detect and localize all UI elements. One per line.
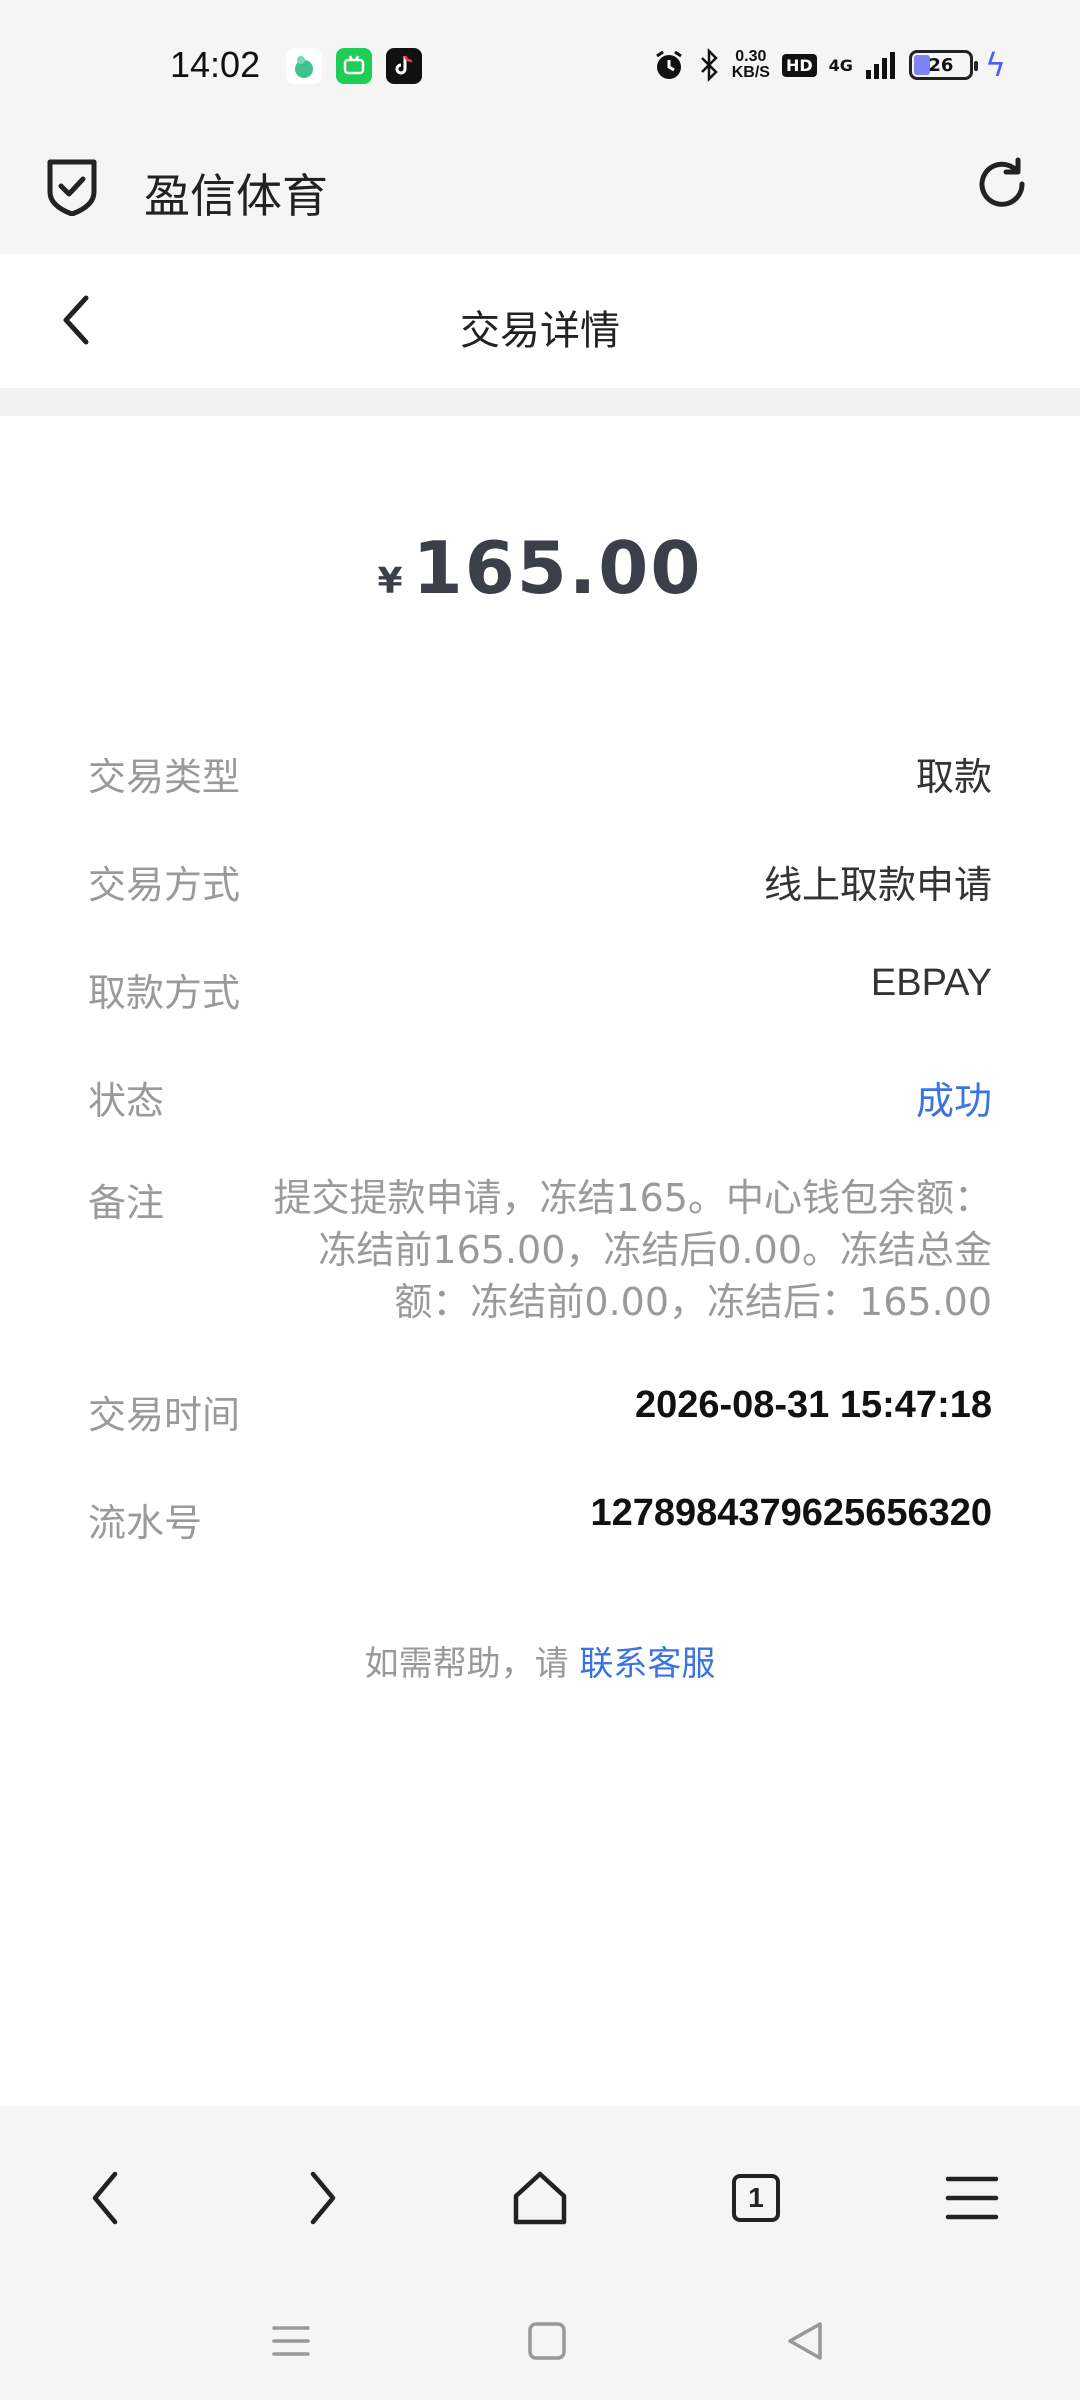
- app-title: 盈信体育: [144, 169, 328, 223]
- row-transaction-type: 交易类型 取款: [88, 746, 992, 801]
- status-value: 成功: [915, 1079, 992, 1123]
- help-line: 如需帮助，请 联系客服: [0, 1636, 1080, 1685]
- notification-icons: [286, 48, 422, 84]
- row-value: 线上取款申请: [763, 863, 992, 907]
- system-nav-bar: [0, 2286, 1080, 2400]
- browser-tabs-button[interactable]: 1: [720, 2162, 792, 2234]
- row-label: 状态: [88, 1079, 165, 1123]
- hd-badge: HD: [781, 53, 817, 77]
- row-transaction-time: 交易时间 2026-08-31 15:47:18: [88, 1384, 992, 1439]
- page-title: 交易详情: [460, 308, 620, 354]
- menu-icon: [945, 2176, 999, 2220]
- amount-value: 165.00: [412, 526, 703, 610]
- recent-apps-icon[interactable]: [266, 2316, 316, 2366]
- alarm-icon: [655, 50, 682, 79]
- status-time: 14:02: [170, 44, 261, 85]
- signal-icon: [865, 52, 895, 79]
- app-icon-green-drop: [286, 48, 322, 84]
- row-label: 备注: [88, 1181, 165, 1225]
- row-label: 交易时间: [88, 1393, 241, 1437]
- signal-4g: 4G: [828, 55, 853, 75]
- browser-toolbar: 1: [0, 2106, 1080, 2286]
- charging-icon: ϟ: [984, 46, 1006, 84]
- tiktok-icon: [386, 48, 422, 84]
- currency-symbol: ¥: [377, 561, 403, 602]
- remark-value: 提交提款申请，冻结165。中心钱包余额：冻结前165.00，冻结后0.00。冻结…: [273, 1176, 992, 1324]
- shield-check-icon[interactable]: [44, 156, 100, 216]
- help-text: 如需帮助，请: [364, 1644, 569, 1684]
- status-indicators: 0.30 KB/S HD 4G 26 ϟ: [652, 46, 1006, 84]
- row-value: 2026-08-31 15:47:18: [634, 1384, 992, 1426]
- browser-home-button[interactable]: [504, 2162, 576, 2234]
- status-bar: 14:02 0.30 KB/S HD 4G 26 ϟ: [0, 0, 1080, 130]
- row-label: 取款方式: [88, 971, 241, 1015]
- bluetooth-icon: [700, 48, 718, 82]
- page-header: 交易详情: [0, 254, 1080, 388]
- row-value: 1278984379625656320: [590, 1492, 992, 1534]
- app-header: 盈信体育: [0, 130, 1080, 254]
- transaction-card: ¥165.00 交易类型 取款 交易方式 线上取款申请 取款方式 EBPAY 状…: [0, 416, 1080, 2106]
- contact-support-link[interactable]: 联系客服: [579, 1644, 715, 1684]
- row-value: EBPAY: [870, 962, 992, 1004]
- browser-forward-button[interactable]: [286, 2162, 358, 2234]
- battery-indicator: 26: [908, 50, 978, 80]
- chevron-left-icon: [92, 2171, 118, 2225]
- row-withdraw-method: 取款方式 EBPAY: [88, 962, 992, 1017]
- tab-count: 1: [732, 2174, 780, 2222]
- row-serial-number: 流水号 1278984379625656320: [88, 1492, 992, 1547]
- browser-menu-button[interactable]: [936, 2162, 1008, 2234]
- net-speed: 0.30 KB/S: [731, 48, 770, 81]
- row-label: 流水号: [88, 1501, 203, 1545]
- amount-display: ¥165.00: [0, 526, 1080, 610]
- row-transaction-method: 交易方式 线上取款申请: [88, 854, 992, 909]
- row-value: 取款: [915, 755, 992, 799]
- refresh-icon[interactable]: [972, 154, 1032, 214]
- row-status: 状态 成功: [88, 1070, 992, 1125]
- divider: [0, 388, 1080, 416]
- row-remark: 备注 提交提款申请，冻结165。中心钱包余额：冻结前165.00，冻结后0.00…: [88, 1172, 992, 1328]
- browser-back-button[interactable]: [70, 2162, 142, 2234]
- app-icon-green-square: [336, 48, 372, 84]
- back-nav-icon[interactable]: [780, 2316, 830, 2366]
- row-label: 交易类型: [88, 755, 241, 799]
- row-label: 交易方式: [88, 863, 241, 907]
- home-icon: [513, 2171, 567, 2225]
- home-nav-icon[interactable]: [522, 2316, 572, 2366]
- chevron-right-icon: [310, 2171, 336, 2225]
